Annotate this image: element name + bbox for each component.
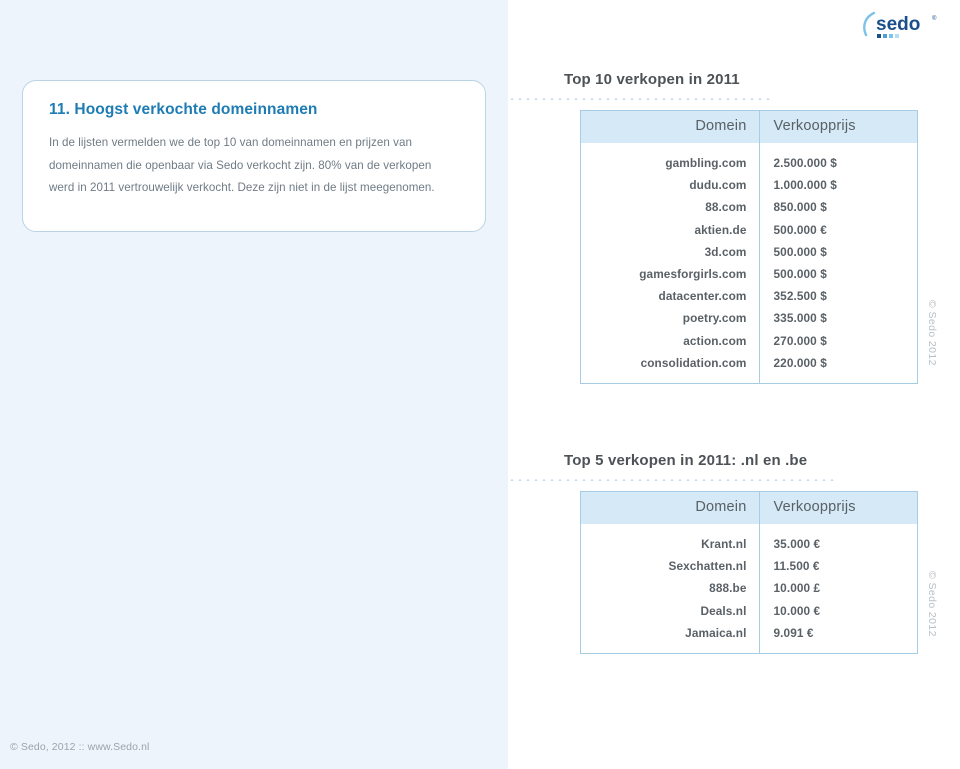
table-row: poetry.com 335.000 $ — [581, 307, 917, 330]
table-spacer-row — [581, 643, 917, 653]
cell-price: 10.000 £ — [773, 581, 821, 596]
top5-title: Top 5 verkopen in 2011: .nl en .be — [564, 452, 808, 469]
top5-table: Domein Verkoopprijs Krant.nl 35.000 € Sex… — [581, 492, 917, 653]
cell-domain: Deals.nl — [581, 599, 760, 622]
top10-table-head: Domein Verkoopprijs — [581, 111, 917, 143]
cell-domain: consolidation.com — [581, 351, 760, 374]
table-row: Deals.nl 10.000 € — [581, 599, 917, 622]
table-spacer-row — [581, 373, 917, 383]
top10-table-body: gambling.com 2.500.000 $ dudu.com 1.000.00… — [581, 143, 917, 383]
column-header-domain: Domein — [581, 111, 760, 143]
cell-price: 500.000 € — [773, 222, 827, 237]
top10-title: Top 10 verkopen in 2011 — [564, 71, 740, 88]
cell-price: 11.500 € — [773, 559, 820, 574]
table-row: 3d.com 500.000 $ — [581, 240, 917, 263]
cell-price: 1.000.000 $ — [773, 178, 837, 193]
table-row: aktien.de 500.000 € — [581, 218, 917, 241]
table-row: consolidation.com 220.000 $ — [581, 351, 917, 374]
table-row: 888.be 10.000 £ — [581, 577, 917, 600]
cell-domain: 3d.com — [581, 240, 760, 263]
cell-domain: Krant.nl — [581, 533, 760, 556]
cell-price: 9.091 € — [773, 625, 814, 640]
top5-table-container: Domein Verkoopprijs Krant.nl 35.000 € Sex… — [580, 491, 918, 654]
top10-table: Domein Verkoopprijs gambling.com 2.500.00… — [581, 111, 917, 383]
cell-price: 850.000 $ — [773, 200, 827, 215]
table-row: gamesforgirls.com 500.000 $ — [581, 262, 917, 286]
top10-block: Top 10 verkopen in 2011 Domein Verkooppr… — [508, 70, 960, 384]
top5-block: Top 5 verkopen in 2011: .nl en .be Domei… — [508, 451, 960, 654]
cell-domain: gamesforgirls.com — [581, 262, 760, 286]
table-row: Sexchatten.nl 11.500 € — [581, 555, 917, 578]
info-box: 11. Hoogst verkochte domeinnamen In de l… — [22, 80, 486, 232]
cell-price: 335.000 $ — [773, 311, 827, 326]
top5-table-body: Krant.nl 35.000 € Sexchatten.nl 11.500 € 8… — [581, 524, 917, 653]
cell-domain: dudu.com — [581, 174, 760, 197]
table-row: action.com 270.000 $ — [581, 329, 917, 352]
table-row: Jamaica.nl 9.091 € — [581, 621, 917, 644]
cell-domain: action.com — [581, 329, 760, 352]
cell-domain: 88.com — [581, 196, 760, 219]
cell-domain: aktien.de — [581, 218, 760, 241]
top10-dotted-rule — [508, 97, 770, 100]
column-header-price: Verkoopprijs — [759, 492, 917, 524]
info-box-title: 11. Hoogst verkochte domeinnamen — [49, 101, 318, 118]
top10-table-container: Domein Verkoopprijs gambling.com 2.500.00… — [580, 110, 918, 384]
table-spacer-row — [581, 524, 917, 533]
cell-price: 500.000 $ — [773, 267, 827, 282]
cell-price: 352.500 $ — [773, 289, 827, 304]
cell-price: 10.000 € — [773, 603, 821, 618]
table-row: Krant.nl 35.000 € — [581, 533, 917, 556]
info-box-body: In de lijsten vermelden we de top 10 van… — [49, 136, 435, 195]
cell-domain: Jamaica.nl — [581, 621, 760, 644]
table-row: dudu.com 1.000.000 $ — [581, 174, 917, 197]
cell-domain: Sexchatten.nl — [581, 555, 760, 578]
top5-dotted-rule — [508, 478, 838, 481]
cell-price: 220.000 $ — [773, 355, 827, 370]
table-row: datacenter.com 352.500 $ — [581, 285, 917, 308]
table-row: 88.com 850.000 $ — [581, 196, 917, 219]
top5-table-head: Domein Verkoopprijs — [581, 492, 917, 524]
table-header-row: Domein Verkoopprijs — [581, 111, 917, 143]
table-header-row: Domein Verkoopprijs — [581, 492, 917, 524]
top5-copyright-vertical: © Sedo 2012 — [926, 571, 938, 637]
top10-copyright-vertical: © Sedo 2012 — [926, 300, 938, 366]
cell-price: 2.500.000 $ — [773, 156, 837, 171]
cell-price: 500.000 $ — [773, 244, 827, 259]
cell-price: 270.000 $ — [773, 333, 827, 348]
cell-price: 35.000 € — [773, 537, 821, 552]
column-header-domain: Domein — [581, 492, 760, 524]
right-content-column: Top 10 verkopen in 2011 Domein Verkooppr… — [508, 0, 960, 769]
cell-domain: gambling.com — [581, 152, 760, 175]
table-spacer-row — [581, 143, 917, 152]
cell-domain: 888.be — [581, 577, 760, 600]
footer-copyright: © Sedo, 2012 :: www.Sedo.nl — [10, 741, 150, 753]
cell-domain: datacenter.com — [581, 285, 760, 308]
cell-domain: poetry.com — [581, 307, 760, 330]
column-header-price: Verkoopprijs — [759, 111, 917, 143]
table-row: gambling.com 2.500.000 $ — [581, 152, 917, 175]
